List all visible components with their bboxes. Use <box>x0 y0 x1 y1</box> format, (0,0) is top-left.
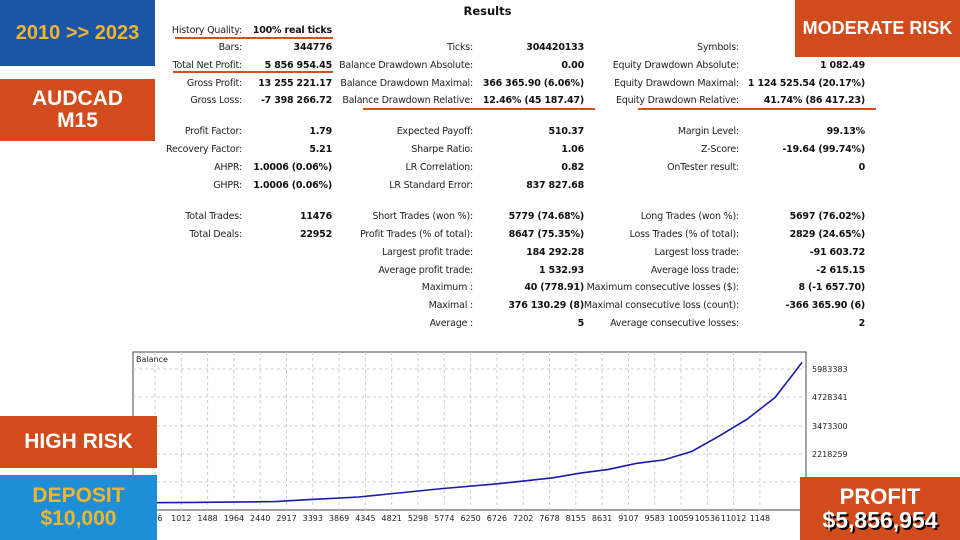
y-tick-label: 3473300 <box>812 422 848 431</box>
deposit-label: DEPOSIT <box>32 484 125 508</box>
x-tick-label: 1488 <box>197 514 217 523</box>
x-tick-label: 10059 <box>668 514 693 523</box>
high-risk-text: HIGH RISK <box>24 429 133 453</box>
x-tick-label: 5298 <box>408 514 428 523</box>
y-tick-label: 4728341 <box>812 393 848 402</box>
moderate-risk-badge: MODERATE RISK <box>795 0 960 57</box>
profit-label: PROFIT <box>839 483 921 509</box>
period-badge: 2010 >> 2023 <box>0 0 155 66</box>
x-tick-label: 8631 <box>592 514 612 523</box>
period-text: 2010 >> 2023 <box>15 21 140 44</box>
x-tick-label: 2917 <box>276 514 296 523</box>
x-tick-label: 1012 <box>171 514 191 523</box>
deposit-value: $10,000 <box>40 506 117 530</box>
symbol-badge: AUDCAD M15 <box>0 79 155 141</box>
x-tick-label: 9107 <box>618 514 638 523</box>
x-tick-label: 6250 <box>460 514 480 523</box>
deposit-badge: DEPOSIT $10,000 <box>0 475 157 540</box>
timeframe-text: M15 <box>57 109 98 132</box>
x-tick-label: 7202 <box>513 514 533 523</box>
x-tick-label: 4345 <box>355 514 375 523</box>
y-tick-label: 5983383 <box>812 365 848 374</box>
profit-value: $5,856,954 <box>822 506 938 533</box>
high-risk-badge: HIGH RISK <box>0 416 157 468</box>
x-tick-label: 8155 <box>566 514 586 523</box>
moderate-risk-text: MODERATE RISK <box>802 18 953 39</box>
x-tick-label: 5774 <box>434 514 454 523</box>
x-tick-label: 9583 <box>645 514 665 523</box>
profit-badge: PROFIT $5,856,954 <box>800 477 960 540</box>
x-tick-label: 6726 <box>487 514 507 523</box>
x-tick-label: 11012 <box>721 514 746 523</box>
x-tick-label: 3869 <box>329 514 349 523</box>
symbol-text: AUDCAD <box>32 86 123 110</box>
x-tick-label: 7678 <box>539 514 559 523</box>
x-tick-label: 3393 <box>303 514 323 523</box>
x-tick-label: 4821 <box>382 514 402 523</box>
x-tick-label: 2440 <box>250 514 270 523</box>
chart-title: Balance <box>136 355 168 364</box>
x-tick-label: 1964 <box>224 514 244 523</box>
x-tick-label: 10536 <box>695 514 720 523</box>
x-tick-label: 1148 <box>750 514 770 523</box>
y-tick-label: 2218259 <box>812 450 848 459</box>
